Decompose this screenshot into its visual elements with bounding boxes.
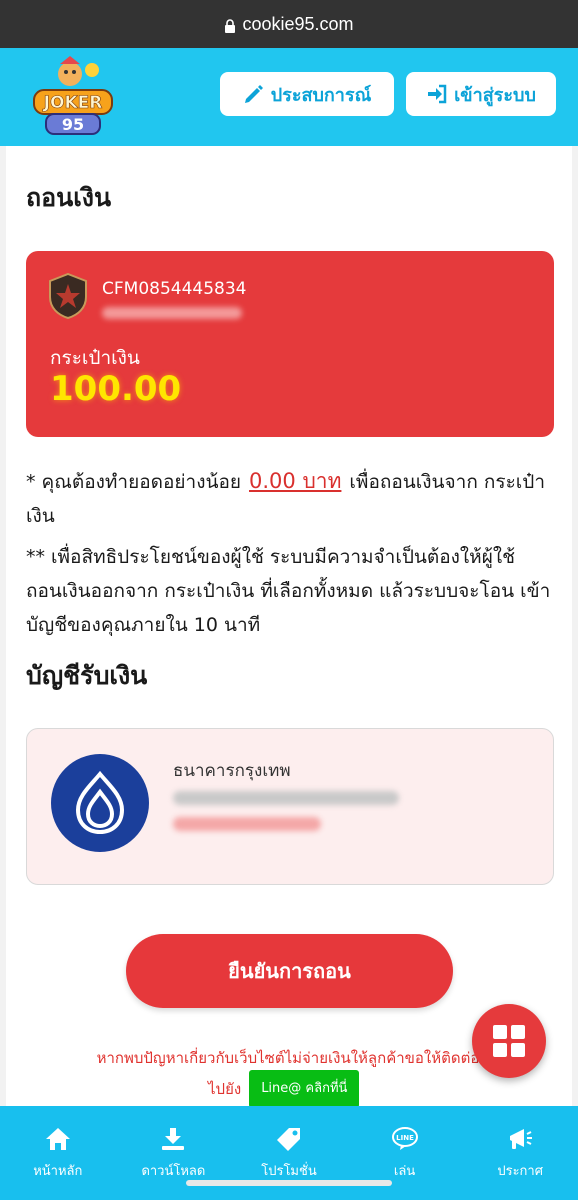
download-icon (162, 1128, 185, 1150)
site-header: JOKER 95 ประสบการณ์ เข้าสู่ระบบ (0, 48, 578, 146)
bank-name: ธนาคารกรุงเทพ (173, 761, 291, 781)
lock-icon (224, 18, 236, 33)
megaphone-icon (510, 1129, 533, 1149)
warning-to: ไปยัง (208, 1080, 242, 1098)
warning-contact: ไปยัง Line@ คลิกที่นี่ (208, 1070, 360, 1108)
login-label: เข้าสู่ระบบ (454, 84, 536, 106)
grid-icon (493, 1025, 525, 1057)
menu-grid-button[interactable] (472, 1004, 546, 1078)
nav-home-label: หน้าหลัก (33, 1164, 83, 1179)
blurred-account-number (173, 817, 321, 831)
rank-badge-icon (48, 272, 88, 320)
wallet-card: CFM0854445834 กระเป๋าเงิน 100.00 (26, 251, 554, 437)
url-text: cookie95.com (242, 13, 354, 34)
bangkok-bank-logo-icon (51, 754, 149, 852)
note1-prefix: * คุณต้องทำยอดอย่างน้อย (26, 471, 242, 493)
turnover-note: * คุณต้องทำยอดอย่างน้อย 0.00 บาท เพื่อถอนเ… (26, 464, 554, 533)
pencil-icon (244, 85, 263, 103)
svg-text:95: 95 (62, 115, 84, 134)
receiving-account-title: บัญชีรับเงิน (26, 661, 148, 690)
nav-download-label: ดาวน์โหลด (141, 1164, 206, 1179)
blurred-account-holder (173, 791, 399, 805)
page-title: ถอนเงิน (26, 183, 112, 212)
nav-announcement[interactable]: ประกาศ (462, 1106, 578, 1200)
home-icon (45, 1128, 70, 1150)
sign-in-icon (428, 84, 447, 104)
line-icon: LINE (391, 1127, 418, 1150)
transfer-note: ** เพื่อสิทธิประโยชน์ของผู้ใช้ ระบบมีควา… (26, 546, 551, 636)
line-contact-button[interactable]: Line@ คลิกที่นี่ (249, 1070, 360, 1108)
nav-announcement-label: ประกาศ (497, 1164, 543, 1179)
home-indicator (186, 1180, 392, 1186)
nav-home[interactable]: หน้าหลัก (0, 1106, 116, 1200)
tag-icon (276, 1128, 300, 1151)
account-id: CFM0854445834 (102, 279, 247, 299)
svg-text:JOKER: JOKER (43, 93, 103, 113)
joker95-logo[interactable]: JOKER 95 (30, 56, 116, 138)
bank-account-card[interactable]: ธนาคารกรุงเทพ (26, 728, 554, 885)
login-button[interactable]: เข้าสู่ระบบ (406, 72, 556, 116)
nav-promotion-label: โปรโมชั่น (261, 1164, 317, 1179)
svg-text:LINE: LINE (396, 1134, 414, 1142)
experience-button[interactable]: ประสบการณ์ (220, 72, 394, 116)
nav-play-label: เล่น (393, 1164, 416, 1179)
confirm-withdraw-button[interactable]: ยืนยันการถอน (126, 934, 453, 1008)
wallet-amount: 100.00 (50, 369, 182, 409)
blurred-account-name (102, 307, 242, 319)
experience-label: ประสบการณ์ (270, 84, 372, 106)
note1-amount: 0.00 บาท (249, 469, 342, 493)
browser-url-bar[interactable]: cookie95.com (0, 0, 578, 48)
